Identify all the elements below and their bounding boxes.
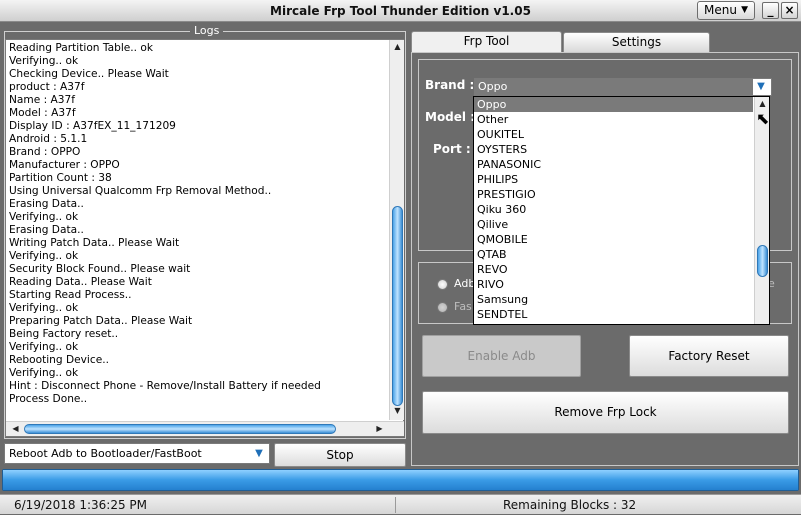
menu-button[interactable]: Menu ▼ xyxy=(697,1,755,20)
log-line: Verifying.. ok xyxy=(9,250,79,262)
log-line: Verifying.. ok xyxy=(9,367,79,379)
log-line: Display ID : A37fEX_11_171209 xyxy=(9,120,176,132)
brand-option[interactable]: QTAB xyxy=(474,247,753,262)
brand-option[interactable]: REVO xyxy=(474,262,753,277)
brand-option[interactable]: OUKITEL xyxy=(474,127,753,142)
menu-label: Menu xyxy=(704,3,737,17)
chevron-down-icon[interactable]: ▼ xyxy=(251,446,267,461)
log-line: Verifying.. ok xyxy=(9,211,79,223)
log-line: Erasing Data.. xyxy=(9,224,84,236)
minimize-button[interactable]: _ xyxy=(762,2,779,19)
brand-option[interactable]: Oppo xyxy=(474,97,753,112)
log-line: Manufacturer : OPPO xyxy=(9,159,120,171)
status-datetime: 6/19/2018 1:36:25 PM xyxy=(14,498,148,512)
brand-option[interactable]: OYSTERS xyxy=(474,142,753,157)
logs-content: Reading Partition Table.. ok Verifying.. … xyxy=(9,42,387,418)
brand-option[interactable]: PHILIPS xyxy=(474,172,753,187)
log-line: product : A37f xyxy=(9,81,85,93)
log-line: Starting Read Process.. xyxy=(9,289,132,301)
log-line: Process Done.. xyxy=(9,393,88,405)
log-line: Reading Partition Table.. ok xyxy=(9,42,153,54)
brand-label: Brand : xyxy=(425,78,475,92)
log-line: Verifying.. ok xyxy=(9,55,79,67)
logs-horizontal-scrollbar[interactable]: ◀ ▶ xyxy=(6,421,404,436)
logs-textbox[interactable]: Reading Partition Table.. ok Verifying.. … xyxy=(5,39,404,437)
mode-fastboot-radio[interactable] xyxy=(437,302,448,313)
logs-vertical-scrollbar[interactable]: ▲ ▼ xyxy=(389,40,404,420)
logs-hscroll-thumb[interactable] xyxy=(24,424,336,434)
logs-caption: Logs xyxy=(190,24,224,38)
log-line: Rebooting Device.. xyxy=(9,354,109,366)
close-icon: × xyxy=(784,3,795,17)
window-title: Mircale Frp Tool Thunder Edition v1.05 xyxy=(270,4,531,18)
log-line: Erasing Data.. xyxy=(9,198,84,210)
progress-fill xyxy=(3,470,798,490)
log-line: Model : A37f xyxy=(9,107,76,119)
remove-frp-lock-button[interactable]: Remove Frp Lock xyxy=(422,391,789,434)
log-line: Verifying.. ok xyxy=(9,341,79,353)
progress-bar xyxy=(2,469,799,491)
brand-option[interactable]: PRESTIGIO xyxy=(474,187,753,202)
brand-option[interactable]: Other xyxy=(474,112,753,127)
stop-button[interactable]: Stop xyxy=(274,443,406,467)
brand-list-scrollbar[interactable]: ▲ xyxy=(754,97,769,324)
tab-frp-tool[interactable]: Frp Tool xyxy=(411,31,562,53)
brand-option[interactable]: Samsung xyxy=(474,292,753,307)
log-line: Checking Device.. Please Wait xyxy=(9,68,169,80)
factory-reset-button[interactable]: Factory Reset xyxy=(629,335,789,377)
logs-scroll-thumb[interactable] xyxy=(392,206,403,406)
tab-settings[interactable]: Settings xyxy=(563,32,710,52)
brand-option[interactable]: PANASONIC xyxy=(474,157,753,172)
log-line: Preparing Patch Data.. Please Wait xyxy=(9,315,193,327)
log-line: Brand : OPPO xyxy=(9,146,81,158)
brand-options: Oppo Other OUKITEL OYSTERS PANASONIC PHILIPS P… xyxy=(474,97,753,322)
brand-option[interactable]: Qiku 360 xyxy=(474,202,753,217)
brand-selected-value: Oppo xyxy=(475,79,753,95)
log-line: Verifying.. ok xyxy=(9,302,79,314)
status-remaining-blocks: Remaining Blocks : 32 xyxy=(503,498,637,512)
log-line: Using Universal Qualcomm Frp Removal Met… xyxy=(9,185,272,197)
scroll-up-icon[interactable]: ▲ xyxy=(390,40,405,54)
brand-option[interactable]: SENDTEL xyxy=(474,307,753,322)
status-divider xyxy=(395,497,396,513)
log-line: Name : A37f xyxy=(9,94,76,106)
log-line: Security Block Found.. Please wait xyxy=(9,263,191,275)
log-line: Android : 5.1.1 xyxy=(9,133,88,145)
mode-fastboot-label: Fas xyxy=(454,300,472,313)
cursor-icon: ⬉ xyxy=(756,109,770,128)
brand-scroll-thumb[interactable] xyxy=(757,245,768,277)
log-line: Hint : Disconnect Phone - Remove/Install… xyxy=(9,380,321,392)
caret-down-icon: ▼ xyxy=(741,5,748,15)
port-label: Port : xyxy=(433,142,471,156)
brand-option[interactable]: QMOBILE xyxy=(474,232,753,247)
reboot-mode-value: Reboot Adb to Bootloader/FastBoot xyxy=(9,447,202,460)
brand-dropdown-list[interactable]: Oppo Other OUKITEL OYSTERS PANASONIC PHILIPS P… xyxy=(473,96,770,325)
enable-adb-button[interactable]: Enable Adb xyxy=(422,335,581,377)
scroll-left-icon[interactable]: ◀ xyxy=(8,422,23,436)
log-line: Writing Patch Data.. Please Wait xyxy=(9,237,180,249)
minimize-icon: _ xyxy=(767,3,774,17)
mode-adb-radio[interactable] xyxy=(437,279,448,290)
model-label: Model : xyxy=(425,110,476,124)
close-button[interactable]: × xyxy=(781,2,798,19)
log-line: Reading Data.. Please Wait xyxy=(9,276,152,288)
scroll-down-icon[interactable]: ▼ xyxy=(390,404,405,418)
log-line: Partition Count : 38 xyxy=(9,172,112,184)
reboot-mode-select[interactable]: Reboot Adb to Bootloader/FastBoot ▼ xyxy=(4,443,270,464)
chevron-down-icon[interactable]: ▼ xyxy=(753,79,769,95)
brand-option[interactable]: Qilive xyxy=(474,217,753,232)
scroll-right-icon[interactable]: ▶ xyxy=(372,422,387,436)
brand-option[interactable]: RIVO xyxy=(474,277,753,292)
log-line: Being Factory reset.. xyxy=(9,328,119,340)
